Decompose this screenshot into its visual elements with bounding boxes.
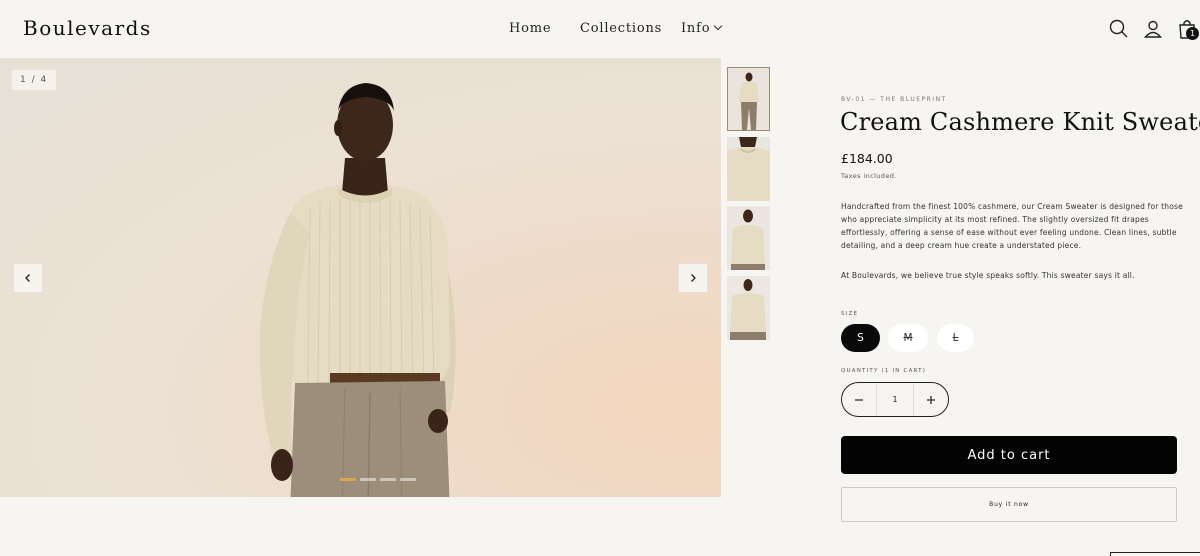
quantity-label: QUANTITY (1 IN CART) [841,368,927,374]
product-eyebrow: BV-01 — THE BLUEPRINT [841,96,947,103]
search-icon[interactable] [1107,17,1131,41]
model-image [259,83,456,497]
cart-count-badge: 1 [1186,27,1199,40]
previous-slide-button[interactable] [13,263,43,293]
increase-quantity-button[interactable] [914,383,948,416]
plus-icon [927,395,935,404]
thumbnail-4[interactable] [727,276,770,340]
size-label: SIZE [841,311,859,317]
product-title: Cream Cashmere Knit Sweater [840,108,1200,136]
quantity-input[interactable] [876,383,914,416]
decrease-quantity-button[interactable] [842,383,876,416]
slide-dot-1[interactable] [340,478,356,481]
site-logo[interactable]: Boulevards [23,16,152,40]
taxes-note: Taxes included. [841,172,897,180]
nav-collections[interactable]: Collections [580,21,662,36]
slide-dot-4[interactable] [400,478,416,481]
slide-dots [340,478,416,481]
thumbnail-2[interactable] [727,137,770,201]
minus-icon [855,398,863,401]
next-slide-button[interactable] [678,263,708,293]
product-description: Handcrafted from the finest 100% cashmer… [841,202,1183,250]
nav-info[interactable]: Info [681,21,723,36]
quantity-stepper [841,382,949,417]
thumbnail-3[interactable] [727,206,770,270]
nav-info-label: Info [681,21,711,36]
slide-dot-2[interactable] [360,478,376,481]
size-option-s[interactable]: S [841,324,880,352]
add-to-cart-button[interactable]: Add to cart [841,436,1177,474]
account-icon[interactable] [1141,17,1165,41]
slide-counter: 1 / 4 [12,70,56,90]
size-option-m[interactable]: M [888,324,928,352]
site-header: Boulevards Home Collections Info 1 [0,0,1200,58]
chevron-down-icon [714,21,723,31]
chevron-left-icon [25,274,30,282]
product-tagline: At Boulevards, we believe true style spe… [841,271,1135,280]
bottom-corner-element [1110,552,1200,556]
size-option-l[interactable]: L [937,324,974,352]
nav-home[interactable]: Home [509,21,551,36]
product-price: £184.00 [841,151,893,166]
thumbnail-1[interactable] [727,67,770,131]
slide-dot-3[interactable] [380,478,396,481]
product-main-image[interactable]: 1 / 4 [0,58,721,497]
buy-now-button[interactable]: Buy it now [841,487,1177,522]
chevron-right-icon [691,274,696,282]
